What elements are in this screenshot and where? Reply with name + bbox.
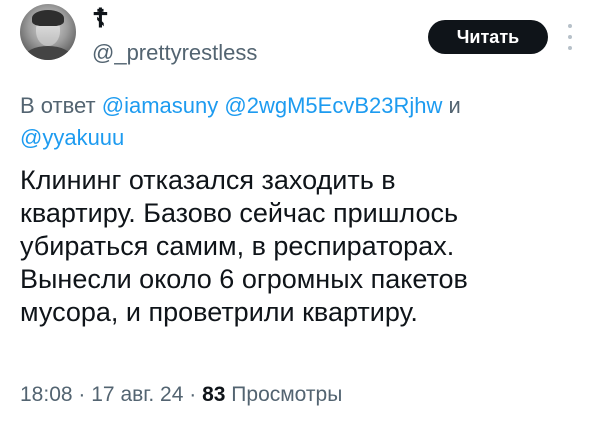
tweet-time[interactable]: 18:08 [20, 383, 73, 406]
tweet-text-line: Клининг отказался заходить в [20, 165, 396, 195]
tweet-text-line: Вынесли около 6 огромных пакетов [20, 264, 468, 294]
views-count: 83 [202, 383, 226, 406]
tweet-text-line: мусора, и проветрили квартиру. [20, 297, 418, 327]
follow-button[interactable]: Читать [428, 20, 548, 54]
reply-prefix: В ответ [20, 93, 96, 118]
more-dot [568, 35, 572, 39]
tweet-text: Клининг отказался заходить в квартиру. Б… [20, 164, 590, 329]
avatar-shoulders [24, 46, 72, 60]
tweet-text-line: убираться самим, в респираторах. [20, 231, 455, 261]
tweet-card: ☦ @_prettyrestless Читать В ответ @iamas… [0, 0, 600, 426]
more-vertical-icon[interactable] [564, 24, 576, 50]
mention-link[interactable]: @yyakuuu [20, 125, 124, 150]
meta-separator: · [78, 383, 86, 406]
more-dot [568, 24, 572, 28]
tweet-text-line: квартиру. Базово сейчас пришлось [20, 198, 459, 228]
meta-separator: · [189, 383, 197, 406]
tweet-meta: 18:08 · 17 авг. 24 · 83 Просмотры [20, 381, 342, 409]
mention-link[interactable]: @iamasuny [102, 93, 219, 118]
views-label: Просмотры [231, 383, 343, 406]
reply-context: В ответ @iamasuny @2wgM5EcvB23Rjhw и @yy… [20, 90, 590, 154]
tweet-date[interactable]: 17 авг. 24 [91, 383, 183, 406]
avatar[interactable] [20, 4, 76, 60]
user-handle[interactable]: @_prettyrestless [92, 40, 257, 66]
mention-link[interactable]: @2wgM5EcvB23Rjhw [224, 93, 442, 118]
display-name[interactable]: ☦ [92, 6, 109, 32]
more-dot [568, 46, 572, 50]
avatar-hair [32, 10, 64, 26]
reply-conjunction: и [448, 93, 461, 118]
